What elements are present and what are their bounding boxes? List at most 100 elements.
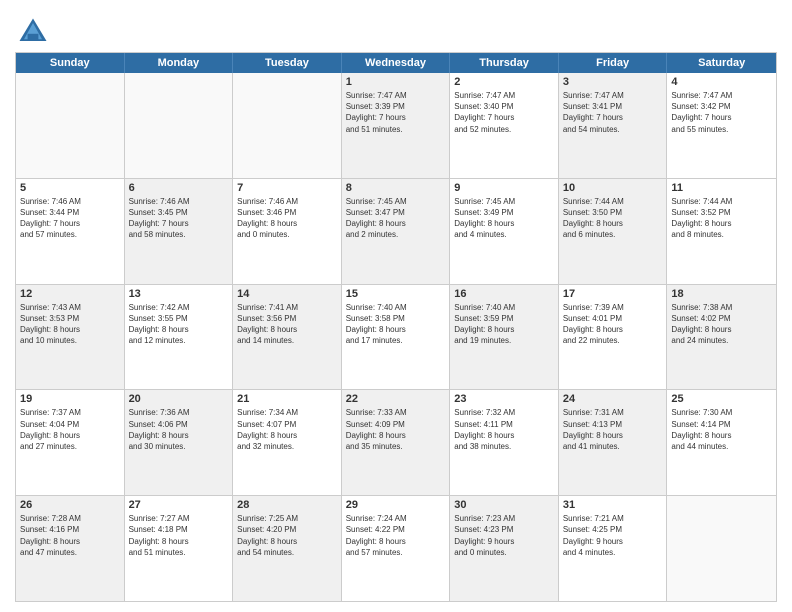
day-number: 5 <box>20 182 120 194</box>
day-info: Sunrise: 7:31 AM Sunset: 4:13 PM Dayligh… <box>563 407 663 452</box>
calendar-cell: 2 Sunrise: 7:47 AM Sunset: 3:40 PM Daylig… <box>450 73 559 178</box>
calendar-cell <box>125 73 234 178</box>
day-number: 21 <box>237 393 337 405</box>
day-info: Sunrise: 7:37 AM Sunset: 4:04 PM Dayligh… <box>20 407 120 452</box>
header <box>15 10 777 50</box>
day-info: Sunrise: 7:40 AM Sunset: 3:59 PM Dayligh… <box>454 302 554 347</box>
day-number: 27 <box>129 499 229 511</box>
calendar-cell: 13 Sunrise: 7:42 AM Sunset: 3:55 PM Dayli… <box>125 285 234 390</box>
day-info: Sunrise: 7:23 AM Sunset: 4:23 PM Dayligh… <box>454 513 554 558</box>
calendar-cell: 21 Sunrise: 7:34 AM Sunset: 4:07 PM Dayli… <box>233 390 342 495</box>
calendar-cell: 5 Sunrise: 7:46 AM Sunset: 3:44 PM Daylig… <box>16 179 125 284</box>
day-number: 4 <box>671 76 772 88</box>
day-number: 28 <box>237 499 337 511</box>
calendar-cell: 28 Sunrise: 7:25 AM Sunset: 4:20 PM Dayli… <box>233 496 342 601</box>
day-info: Sunrise: 7:46 AM Sunset: 3:45 PM Dayligh… <box>129 196 229 241</box>
calendar-cell: 11 Sunrise: 7:44 AM Sunset: 3:52 PM Dayli… <box>667 179 776 284</box>
day-number: 20 <box>129 393 229 405</box>
calendar-cell: 29 Sunrise: 7:24 AM Sunset: 4:22 PM Dayli… <box>342 496 451 601</box>
day-info: Sunrise: 7:47 AM Sunset: 3:39 PM Dayligh… <box>346 90 446 135</box>
calendar-cell: 4Sunrise: 7:47 AM Sunset: 3:42 PM Daylig… <box>667 73 776 178</box>
day-number: 6 <box>129 182 229 194</box>
day-info: Sunrise: 7:25 AM Sunset: 4:20 PM Dayligh… <box>237 513 337 558</box>
calendar-cell: 31 Sunrise: 7:21 AM Sunset: 4:25 PM Dayli… <box>559 496 668 601</box>
calendar-cell: 8 Sunrise: 7:45 AM Sunset: 3:47 PM Daylig… <box>342 179 451 284</box>
calendar-header-cell: Tuesday <box>233 53 342 73</box>
logo-icon <box>15 14 51 50</box>
calendar-header-cell: Saturday <box>667 53 776 73</box>
day-number: 2 <box>454 76 554 88</box>
day-number: 18 <box>671 288 772 300</box>
day-number: 7 <box>237 182 337 194</box>
day-info: Sunrise: 7:34 AM Sunset: 4:07 PM Dayligh… <box>237 407 337 452</box>
calendar-cell: 3 Sunrise: 7:47 AM Sunset: 3:41 PM Daylig… <box>559 73 668 178</box>
day-number: 22 <box>346 393 446 405</box>
day-number: 24 <box>563 393 663 405</box>
day-number: 8 <box>346 182 446 194</box>
logo <box>15 14 55 50</box>
day-number: 14 <box>237 288 337 300</box>
calendar-cell: 6 Sunrise: 7:46 AM Sunset: 3:45 PM Daylig… <box>125 179 234 284</box>
calendar: SundayMondayTuesdayWednesdayThursdayFrid… <box>15 52 777 602</box>
day-number: 19 <box>20 393 120 405</box>
calendar-week: 1 Sunrise: 7:47 AM Sunset: 3:39 PM Daylig… <box>16 73 776 179</box>
calendar-cell: 9Sunrise: 7:45 AM Sunset: 3:49 PM Daylig… <box>450 179 559 284</box>
day-info: Sunrise: 7:47 AM Sunset: 3:41 PM Dayligh… <box>563 90 663 135</box>
calendar-cell: 14 Sunrise: 7:41 AM Sunset: 3:56 PM Dayli… <box>233 285 342 390</box>
day-info: Sunrise: 7:47 AM Sunset: 3:40 PM Dayligh… <box>454 90 554 135</box>
day-info: Sunrise: 7:36 AM Sunset: 4:06 PM Dayligh… <box>129 407 229 452</box>
calendar-week: 26 Sunrise: 7:28 AM Sunset: 4:16 PM Dayli… <box>16 496 776 601</box>
calendar-cell: 19 Sunrise: 7:37 AM Sunset: 4:04 PM Dayli… <box>16 390 125 495</box>
calendar-cell: 30 Sunrise: 7:23 AM Sunset: 4:23 PM Dayli… <box>450 496 559 601</box>
calendar-header-cell: Wednesday <box>342 53 451 73</box>
day-number: 12 <box>20 288 120 300</box>
day-number: 25 <box>671 393 772 405</box>
calendar-cell: 17 Sunrise: 7:39 AM Sunset: 4:01 PM Dayli… <box>559 285 668 390</box>
calendar-cell: 23 Sunrise: 7:32 AM Sunset: 4:11 PM Dayli… <box>450 390 559 495</box>
day-info: Sunrise: 7:45 AM Sunset: 3:47 PM Dayligh… <box>346 196 446 241</box>
calendar-cell: 7Sunrise: 7:46 AM Sunset: 3:46 PM Daylig… <box>233 179 342 284</box>
day-info: Sunrise: 7:44 AM Sunset: 3:50 PM Dayligh… <box>563 196 663 241</box>
day-info: Sunrise: 7:24 AM Sunset: 4:22 PM Dayligh… <box>346 513 446 558</box>
day-info: Sunrise: 7:46 AM Sunset: 3:44 PM Dayligh… <box>20 196 120 241</box>
day-number: 26 <box>20 499 120 511</box>
calendar-cell: 22Sunrise: 7:33 AM Sunset: 4:09 PM Dayli… <box>342 390 451 495</box>
calendar-week: 19 Sunrise: 7:37 AM Sunset: 4:04 PM Dayli… <box>16 390 776 496</box>
day-info: Sunrise: 7:21 AM Sunset: 4:25 PM Dayligh… <box>563 513 663 558</box>
calendar-cell: 27 Sunrise: 7:27 AM Sunset: 4:18 PM Dayli… <box>125 496 234 601</box>
day-info: Sunrise: 7:30 AM Sunset: 4:14 PM Dayligh… <box>671 407 772 452</box>
day-info: Sunrise: 7:43 AM Sunset: 3:53 PM Dayligh… <box>20 302 120 347</box>
day-number: 17 <box>563 288 663 300</box>
day-number: 30 <box>454 499 554 511</box>
day-info: Sunrise: 7:28 AM Sunset: 4:16 PM Dayligh… <box>20 513 120 558</box>
calendar-header: SundayMondayTuesdayWednesdayThursdayFrid… <box>16 53 776 73</box>
calendar-week: 12 Sunrise: 7:43 AM Sunset: 3:53 PM Dayli… <box>16 285 776 391</box>
day-number: 13 <box>129 288 229 300</box>
day-number: 11 <box>671 182 772 194</box>
day-number: 3 <box>563 76 663 88</box>
day-info: Sunrise: 7:32 AM Sunset: 4:11 PM Dayligh… <box>454 407 554 452</box>
calendar-cell: 18Sunrise: 7:38 AM Sunset: 4:02 PM Dayli… <box>667 285 776 390</box>
calendar-cell: 26 Sunrise: 7:28 AM Sunset: 4:16 PM Dayli… <box>16 496 125 601</box>
calendar-cell: 16Sunrise: 7:40 AM Sunset: 3:59 PM Dayli… <box>450 285 559 390</box>
day-info: Sunrise: 7:40 AM Sunset: 3:58 PM Dayligh… <box>346 302 446 347</box>
day-info: Sunrise: 7:41 AM Sunset: 3:56 PM Dayligh… <box>237 302 337 347</box>
calendar-cell: 12 Sunrise: 7:43 AM Sunset: 3:53 PM Dayli… <box>16 285 125 390</box>
day-info: Sunrise: 7:42 AM Sunset: 3:55 PM Dayligh… <box>129 302 229 347</box>
day-info: Sunrise: 7:44 AM Sunset: 3:52 PM Dayligh… <box>671 196 772 241</box>
day-number: 23 <box>454 393 554 405</box>
page: SundayMondayTuesdayWednesdayThursdayFrid… <box>0 0 792 612</box>
day-info: Sunrise: 7:27 AM Sunset: 4:18 PM Dayligh… <box>129 513 229 558</box>
day-number: 31 <box>563 499 663 511</box>
day-info: Sunrise: 7:39 AM Sunset: 4:01 PM Dayligh… <box>563 302 663 347</box>
day-number: 9 <box>454 182 554 194</box>
day-number: 1 <box>346 76 446 88</box>
calendar-header-cell: Monday <box>125 53 234 73</box>
calendar-cell <box>233 73 342 178</box>
day-number: 29 <box>346 499 446 511</box>
calendar-cell: 10Sunrise: 7:44 AM Sunset: 3:50 PM Dayli… <box>559 179 668 284</box>
calendar-cell <box>667 496 776 601</box>
calendar-cell: 15Sunrise: 7:40 AM Sunset: 3:58 PM Dayli… <box>342 285 451 390</box>
calendar-cell: 1 Sunrise: 7:47 AM Sunset: 3:39 PM Daylig… <box>342 73 451 178</box>
calendar-week: 5 Sunrise: 7:46 AM Sunset: 3:44 PM Daylig… <box>16 179 776 285</box>
